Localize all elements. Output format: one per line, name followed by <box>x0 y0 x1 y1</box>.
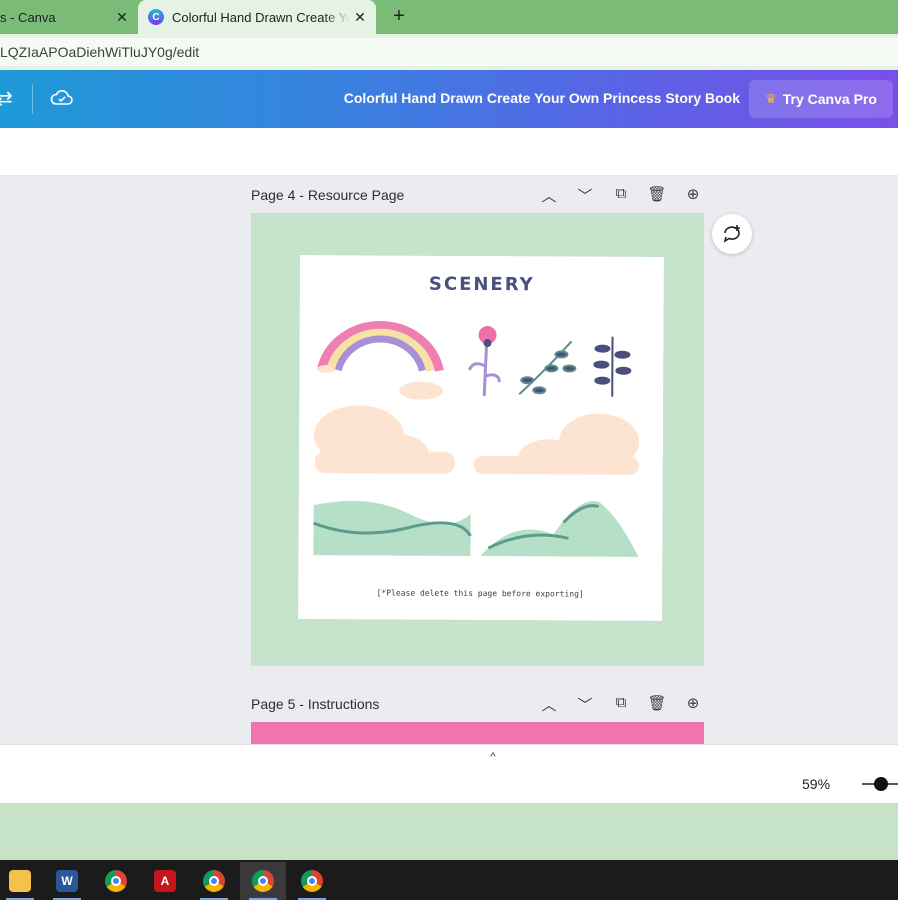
page-title[interactable]: Page 5 - Instructions <box>251 696 538 712</box>
chevron-up-icon[interactable]: ︿ <box>538 185 560 206</box>
chrome-icon <box>105 870 127 892</box>
chevron-down-icon[interactable]: ﹀ <box>574 185 596 206</box>
taskbar-acrobat[interactable]: A <box>145 862 185 900</box>
taskbar-chrome-profile[interactable] <box>292 862 332 900</box>
bottom-bar: ^ 59% <box>0 744 898 804</box>
fern-illustration <box>593 336 632 397</box>
chrome-icon <box>252 870 274 892</box>
cloud-left-illustration <box>314 405 455 474</box>
delete-note: [*Please delete this page before exporti… <box>376 588 584 599</box>
flower-illustration <box>467 326 501 397</box>
crown-icon: ♛ <box>765 91 777 106</box>
tab-title: s - Canva <box>0 9 56 25</box>
browser-tab-strip: s - Canva ✕ C Colorful Hand Drawn Create… <box>0 0 898 34</box>
folder-icon <box>9 870 31 892</box>
resource-paper: SCENERY [*Please delete this page before… <box>298 255 664 621</box>
chevron-down-icon[interactable]: ﹀ <box>574 694 596 715</box>
editor-toolbar <box>0 128 898 176</box>
trash-icon[interactable]: 🗑 <box>646 694 668 715</box>
page-title[interactable]: Page 4 - Resource Page <box>251 187 538 203</box>
chrome-icon <box>203 870 225 892</box>
acrobat-icon: A <box>154 870 176 892</box>
tab-canva[interactable]: s - Canva ✕ <box>0 0 138 34</box>
hills-left-illustration <box>313 500 472 556</box>
taskbar-chrome[interactable] <box>96 862 136 900</box>
add-comment-button[interactable] <box>712 214 752 254</box>
page-header: Page 4 - Resource Page ︿ ﹀ ⧉ 🗑 ⊕ <box>251 183 704 207</box>
taskbar-chrome-profile-active[interactable] <box>240 862 286 900</box>
word-icon: W <box>56 870 78 892</box>
page-header: Page 5 - Instructions ︿ ﹀ ⧉ 🗑 ⊕ <box>251 692 704 716</box>
tab-story-book[interactable]: C Colorful Hand Drawn Create Your Own Pr… <box>138 0 376 34</box>
duplicate-icon[interactable]: ⧉ <box>610 694 632 715</box>
taskbar-file-explorer[interactable] <box>0 862 40 900</box>
address-bar[interactable]: LQZIaAPOaDiehWiTluJY0g/edit <box>0 38 898 66</box>
add-page-icon[interactable]: ⊕ <box>682 694 704 715</box>
page-canvas[interactable]: SCENERY [*Please delete this page before… <box>251 213 704 666</box>
chevron-up-icon[interactable]: ︿ <box>538 694 560 715</box>
page-canvas[interactable] <box>251 722 704 744</box>
close-icon[interactable]: ✕ <box>112 9 132 26</box>
comment-plus-icon <box>723 225 740 243</box>
branch-illustration <box>518 340 577 395</box>
cloud-saved-icon[interactable] <box>50 88 74 114</box>
canva-header: ⇄ Colorful Hand Drawn Create Your Own Pr… <box>0 70 898 128</box>
add-page-icon[interactable]: ⊕ <box>682 185 704 206</box>
zoom-slider-handle[interactable] <box>874 777 888 791</box>
try-canva-pro-button[interactable]: ♛ Try Canva Pro <box>749 80 893 118</box>
document-title[interactable]: Colorful Hand Drawn Create Your Own Prin… <box>300 90 740 106</box>
canva-favicon-icon: C <box>148 9 164 25</box>
trash-icon[interactable]: 🗑 <box>646 185 668 206</box>
address-row: LQZIaAPOaDiehWiTluJY0g/edit <box>0 34 898 70</box>
taskbar-chrome-profile[interactable] <box>194 862 234 900</box>
chrome-icon <box>301 870 323 892</box>
header-divider <box>32 84 33 114</box>
rainbow-illustration <box>316 320 444 400</box>
taskbar-word[interactable]: W <box>47 862 87 900</box>
resize-arrows-icon[interactable]: ⇄ <box>0 86 13 111</box>
try-pro-label: Try Canva Pro <box>782 91 877 107</box>
duplicate-icon[interactable]: ⧉ <box>610 185 632 206</box>
hills-right-illustration <box>480 501 639 557</box>
canvas-workspace: Page 4 - Resource Page ︿ ﹀ ⧉ 🗑 ⊕ SCENERY <box>0 176 898 744</box>
windows-taskbar: W A <box>0 860 898 900</box>
expand-pages-button[interactable]: ^ <box>455 751 531 769</box>
zoom-percentage[interactable]: 59% <box>802 776 830 792</box>
tab-title: Colorful Hand Drawn Create Your Own Prin… <box>172 9 350 25</box>
cloud-right-illustration <box>473 413 639 475</box>
new-tab-button[interactable]: + <box>388 4 410 28</box>
scenery-illustrations <box>313 320 639 557</box>
close-icon[interactable]: ✕ <box>350 9 370 26</box>
